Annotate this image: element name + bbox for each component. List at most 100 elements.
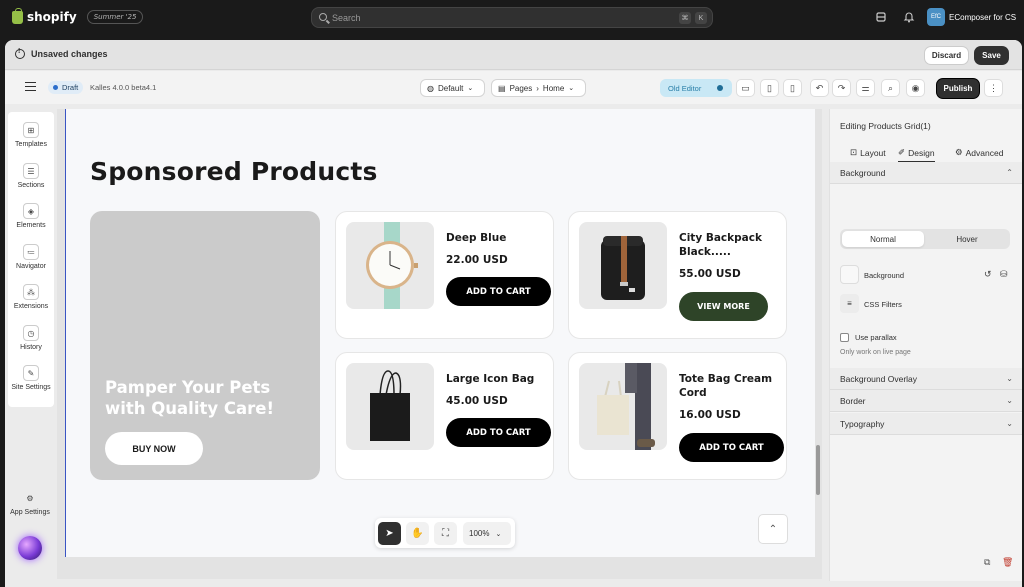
unsaved-changes-bar: Unsaved changes Discard Save bbox=[5, 40, 1022, 70]
globe-icon: ◍ bbox=[427, 83, 434, 93]
store-avatar: EfC bbox=[927, 8, 945, 26]
buy-now-button[interactable]: BUY NOW bbox=[105, 432, 203, 465]
normal-state-tab[interactable]: Normal bbox=[842, 231, 924, 247]
fit-screen-icon[interactable]: ⛶ bbox=[434, 522, 457, 545]
shopify-logo[interactable]: shopify Summer '25 bbox=[12, 7, 144, 24]
extensions-icon: ⁂ bbox=[23, 284, 39, 300]
product-card[interactable]: Deep Blue 22.00 USD ADD TO CART bbox=[335, 211, 554, 339]
sponsored-products-section[interactable]: Sponsored Products Pamper Your Pets with… bbox=[66, 109, 815, 557]
gear-icon: ⚙ bbox=[955, 147, 963, 157]
more-options-icon[interactable]: ⋮ bbox=[984, 79, 1003, 97]
left-sidebar: ⊞ Templates ☰ Sections ◈ Elements ≔ Navi… bbox=[8, 112, 54, 407]
hand-pan-icon[interactable]: ✋ bbox=[406, 522, 429, 545]
product-card[interactable]: Tote Bag Cream Cord 16.00 USD ADD TO CAR… bbox=[568, 352, 787, 480]
store-name: EComposer for CS bbox=[949, 12, 1017, 22]
navigator-icon: ≔ bbox=[23, 244, 39, 260]
history-icon: ◷ bbox=[23, 325, 39, 341]
add-to-cart-button[interactable]: ADD TO CART bbox=[446, 418, 551, 447]
product-name[interactable]: Deep Blue bbox=[446, 231, 550, 245]
tab-layout[interactable]: ⊡ Layout bbox=[850, 147, 886, 158]
typography-section-header[interactable]: Typography ⌄ bbox=[830, 413, 1022, 435]
search-placeholder: Search bbox=[332, 12, 361, 23]
product-price: 22.00 USD bbox=[446, 254, 508, 266]
delete-icon[interactable]: 🗑 bbox=[1002, 557, 1013, 568]
sidebar-item-navigator[interactable]: ≔ Navigator bbox=[8, 244, 54, 270]
product-name[interactable]: Large Icon Bag bbox=[446, 372, 550, 386]
site-settings-icon: ✎ bbox=[23, 365, 39, 381]
product-image-watch[interactable] bbox=[346, 222, 434, 309]
reset-icon[interactable]: ↺ bbox=[984, 269, 992, 280]
gear-icon: ⚙ bbox=[26, 493, 34, 503]
desktop-view-icon[interactable]: ▭ bbox=[736, 79, 755, 97]
shopify-bag-icon bbox=[12, 7, 23, 24]
filter-icon[interactable]: ≡ bbox=[840, 294, 859, 313]
add-to-cart-button[interactable]: ADD TO CART bbox=[679, 433, 784, 462]
duplicate-icon[interactable]: ⧉ bbox=[984, 557, 990, 568]
tab-label: Advanced bbox=[965, 147, 1004, 158]
tab-design[interactable]: ✐ Design bbox=[898, 147, 935, 162]
brand-name: shopify bbox=[27, 10, 77, 24]
select-cursor-icon[interactable]: ➤ bbox=[378, 522, 401, 545]
ai-assistant-orb[interactable] bbox=[18, 536, 42, 560]
search-input[interactable]: Search ⌘ K bbox=[311, 7, 713, 28]
product-card[interactable]: Large Icon Bag 45.00 USD ADD TO CART bbox=[335, 352, 554, 480]
mobile-view-icon[interactable]: ▯ bbox=[783, 79, 802, 97]
product-name[interactable]: Tote Bag Cream Cord bbox=[679, 372, 783, 400]
tab-label: Design bbox=[908, 147, 935, 158]
sidebar-item-templates[interactable]: ⊞ Templates bbox=[8, 122, 54, 148]
sidebar-item-elements[interactable]: ◈ Elements bbox=[8, 203, 54, 229]
redo-icon[interactable]: ↷ bbox=[832, 79, 851, 97]
old-editor-toggle[interactable]: Old Editor bbox=[660, 79, 732, 97]
edition-badge: Summer '25 bbox=[86, 10, 144, 24]
product-image-tote-cream[interactable] bbox=[579, 363, 667, 450]
view-more-button[interactable]: VIEW MORE bbox=[679, 292, 768, 321]
save-button[interactable]: Save bbox=[974, 46, 1009, 65]
app-settings-button[interactable]: ⚙ App Settings bbox=[5, 490, 55, 517]
hover-state-tab[interactable]: Hover bbox=[926, 231, 1008, 247]
background-section-header[interactable]: Background ⌃ bbox=[830, 162, 1022, 184]
canvas-scrollbar[interactable] bbox=[816, 445, 820, 495]
background-overlay-section-header[interactable]: Background Overlay ⌄ bbox=[830, 368, 1022, 390]
scroll-to-top-button[interactable]: ⌃ bbox=[758, 514, 788, 544]
background-color-swatch[interactable] bbox=[840, 265, 859, 284]
tablet-view-icon[interactable]: ▯ bbox=[760, 79, 779, 97]
store-switcher[interactable]: EfC EComposer for CS bbox=[927, 8, 1016, 26]
database-icon[interactable]: ⛁ bbox=[1000, 269, 1008, 280]
add-to-cart-button[interactable]: ADD TO CART bbox=[446, 277, 551, 306]
background-label: Background bbox=[864, 271, 905, 280]
product-image-tote-black[interactable] bbox=[346, 363, 434, 450]
sidebar-item-site-settings[interactable]: ✎ Site Settings bbox=[8, 365, 54, 391]
design-icon: ✐ bbox=[898, 147, 906, 157]
product-card[interactable]: City Backpack Black..... 55.00 USD VIEW … bbox=[568, 211, 787, 339]
zoom-level: 100% bbox=[469, 529, 490, 538]
sidebar-item-history[interactable]: ◷ History bbox=[8, 325, 54, 351]
sidebar-item-sections[interactable]: ☰ Sections bbox=[8, 163, 54, 189]
k-key: K bbox=[695, 12, 707, 24]
preview-eye-icon[interactable]: ◉ bbox=[906, 79, 925, 97]
tab-advanced[interactable]: ⚙ Advanced bbox=[955, 147, 1003, 158]
store-icon[interactable] bbox=[875, 11, 887, 23]
page-select[interactable]: ▤ Pages › Home ⌄ bbox=[491, 79, 586, 97]
sidebar-item-label: History bbox=[20, 344, 42, 351]
zoom-select[interactable]: 100% ⌄ bbox=[463, 522, 511, 545]
discard-button[interactable]: Discard bbox=[924, 46, 969, 65]
sidebar-item-extensions[interactable]: ⁂ Extensions bbox=[8, 284, 54, 310]
search-ai-icon[interactable]: ⌕ bbox=[881, 79, 900, 97]
undo-icon[interactable]: ↶ bbox=[810, 79, 829, 97]
product-name[interactable]: City Backpack Black..... bbox=[679, 231, 783, 259]
product-price: 55.00 USD bbox=[679, 268, 741, 280]
settings-sliders-icon[interactable]: ⚌ bbox=[856, 79, 875, 97]
promo-banner[interactable]: Pamper Your Pets with Quality Care! BUY … bbox=[90, 211, 320, 480]
border-section-header[interactable]: Border ⌄ bbox=[830, 390, 1022, 412]
menu-icon[interactable] bbox=[25, 82, 36, 91]
breadcrumb-root: Pages bbox=[509, 83, 533, 93]
chevron-down-icon: ⌄ bbox=[1006, 374, 1013, 383]
bell-icon[interactable] bbox=[903, 11, 915, 23]
shopify-topbar: shopify Summer '25 Search ⌘ K EfC ECompo… bbox=[0, 0, 1024, 36]
chevron-up-icon: ⌃ bbox=[1006, 168, 1013, 177]
parallax-checkbox[interactable] bbox=[840, 333, 849, 342]
publish-button[interactable]: Publish bbox=[937, 79, 979, 98]
product-image-backpack[interactable] bbox=[579, 222, 667, 309]
template-select[interactable]: ◍ Default ⌄ bbox=[420, 79, 485, 97]
css-filters-label[interactable]: CSS Filters bbox=[864, 300, 902, 309]
